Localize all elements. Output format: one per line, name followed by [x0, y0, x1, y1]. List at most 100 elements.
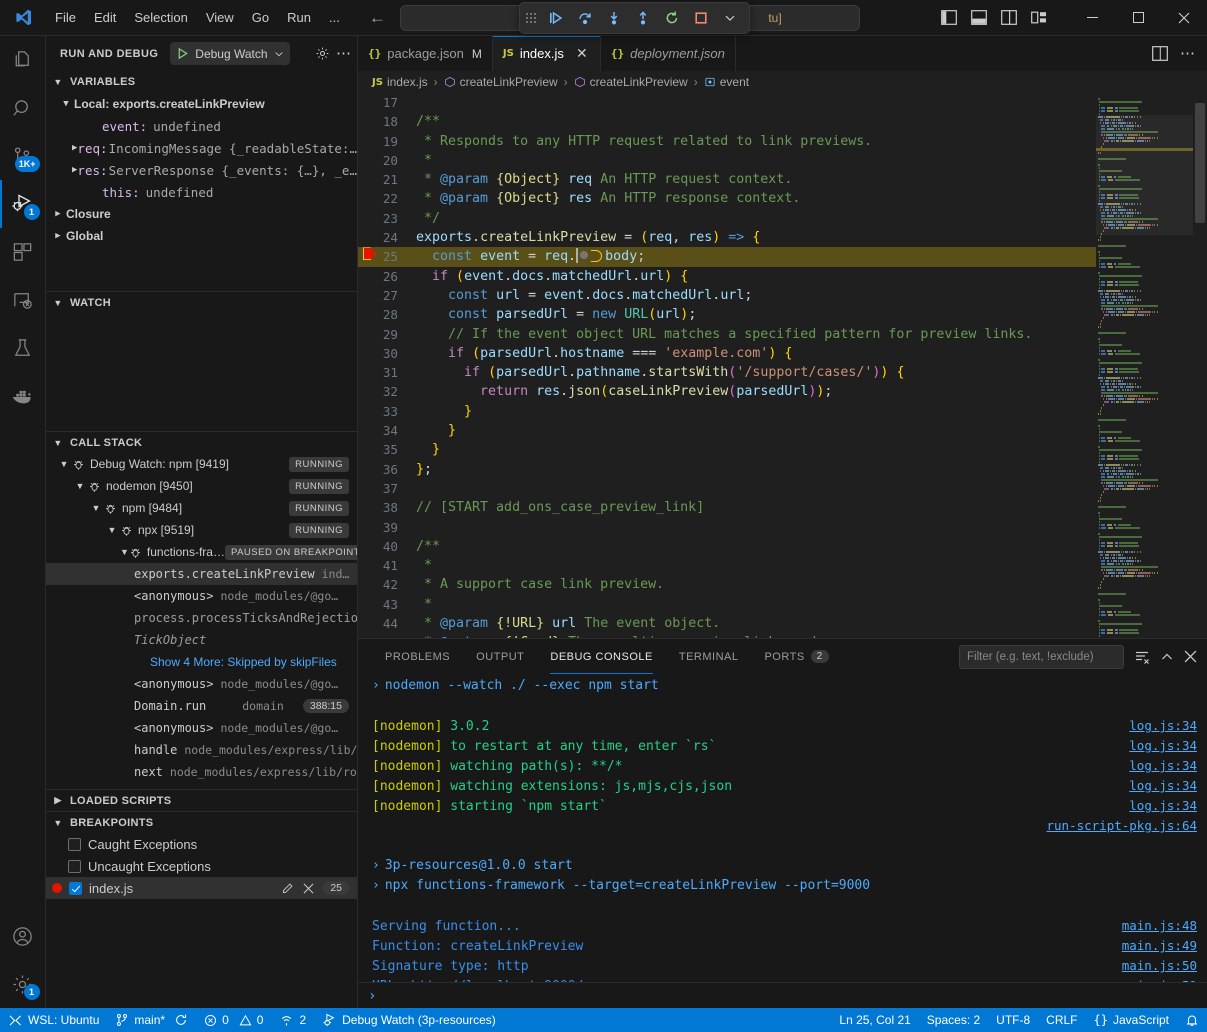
code-lines[interactable]: 1718/**19 * Responds to any HTTP request…	[358, 93, 1096, 638]
activity-extensions[interactable]	[0, 228, 46, 276]
chevron-right-icon[interactable]: ▶	[50, 231, 66, 241]
gear-icon[interactable]	[315, 46, 330, 61]
maximize-button[interactable]	[1115, 1, 1161, 35]
split-editor-icon[interactable]	[1152, 46, 1168, 61]
menu-edit[interactable]: Edit	[85, 6, 125, 29]
close-icon[interactable]	[303, 883, 314, 894]
activity-testing[interactable]	[0, 324, 46, 372]
code-line[interactable]: 28 const parsedUrl = new URL(url);	[358, 305, 1096, 324]
filter-input[interactable]: Filter (e.g. text, !exclude)	[959, 645, 1124, 669]
code-line[interactable]: 35 }	[358, 440, 1096, 459]
activity-search[interactable]	[0, 84, 46, 132]
tab-package-json[interactable]: {} package.json M	[358, 36, 493, 71]
call-stack-frame[interactable]: <anonymous> node_modules/@go…	[46, 673, 357, 695]
code-line[interactable]: 22 * @param {Object} res An HTTP respons…	[358, 189, 1096, 208]
code-line[interactable]: 42 * A support case link preview.	[358, 575, 1096, 594]
drag-handle-icon[interactable]	[526, 9, 538, 27]
chevron-down-icon[interactable]: ▼	[72, 481, 88, 491]
close-button[interactable]	[1161, 1, 1207, 35]
variables-header[interactable]: ▼ VARIABLES	[46, 71, 357, 93]
console-source-link[interactable]: log.js:34	[1129, 796, 1207, 816]
activity-explorer[interactable]	[0, 36, 46, 84]
variables-row[interactable]: ▶ Global	[46, 225, 357, 247]
call-stack-frame[interactable]: handle node_modules/express/lib/…	[46, 739, 357, 761]
chevron-up-icon[interactable]	[1160, 650, 1174, 664]
variables-row[interactable]: event: undefined	[46, 115, 357, 137]
variables-row[interactable]: ▶ Closure	[46, 203, 357, 225]
code-line[interactable]: 24exports.createLinkPreview = (req, res)…	[358, 228, 1096, 247]
status-eol[interactable]: CRLF	[1038, 1008, 1085, 1032]
code-line[interactable]: 32 return res.json(caseLinkPreview(parse…	[358, 382, 1096, 401]
debug-console-output[interactable]: ›nodemon --watch ./ --exec npm start[nod…	[358, 674, 1207, 982]
show-more-link[interactable]: Show 4 More: Skipped by skipFiles	[150, 655, 337, 669]
scrollbar-thumb[interactable]	[1195, 103, 1205, 223]
ellipsis-icon[interactable]: ⋯	[336, 49, 351, 59]
chevron-down-icon[interactable]: ▼	[120, 547, 129, 557]
code-line[interactable]: 21 * @param {Object} req An HTTP request…	[358, 170, 1096, 189]
call-stack-frame[interactable]: TickObject	[46, 629, 357, 651]
chevron-down-icon[interactable]	[274, 49, 284, 59]
console-source-link[interactable]: main.js:50	[1122, 956, 1207, 976]
checkbox[interactable]	[68, 860, 81, 873]
editor-scrollbar[interactable]	[1193, 93, 1207, 638]
stop-button[interactable]	[688, 6, 714, 30]
code-line[interactable]: 44 * @param {!URL} url The event object.	[358, 614, 1096, 633]
call-stack-frame[interactable]: process.processTicksAndRejections	[46, 607, 357, 629]
status-indentation[interactable]: Spaces: 2	[919, 1008, 988, 1032]
code-line[interactable]: 30 if (parsedUrl.hostname === 'example.c…	[358, 344, 1096, 363]
activity-manage-settings[interactable]: 1	[0, 960, 46, 1008]
call-stack-header[interactable]: ▼ CALL STACK	[46, 431, 357, 453]
code-line[interactable]: 33 }	[358, 402, 1096, 421]
step-over-button[interactable]	[572, 6, 598, 30]
code-line[interactable]: 23 */	[358, 209, 1096, 228]
toggle-secondary-sidebar-icon[interactable]	[1001, 10, 1017, 25]
chevron-right-icon[interactable]: ▶	[50, 209, 66, 219]
step-out-button[interactable]	[630, 6, 656, 30]
arrow-left-icon[interactable]: ←	[369, 9, 386, 26]
status-language-mode[interactable]: {} JavaScript	[1086, 1008, 1177, 1032]
chevron-down-icon[interactable]	[717, 6, 743, 30]
console-source-link[interactable]: main.js:49	[1122, 936, 1207, 956]
tab-ports[interactable]: PORTS 2	[751, 639, 841, 674]
call-stack-session[interactable]: ▼ Debug Watch: npm [9419] RUNNING	[46, 453, 357, 475]
status-remote-host[interactable]: WSL: Ubuntu	[0, 1008, 107, 1032]
status-problems[interactable]: 0 0	[196, 1008, 271, 1032]
tab-deployment-json[interactable]: {} deployment.json	[601, 36, 736, 71]
breakpoint-row[interactable]: Uncaught Exceptions	[46, 855, 357, 877]
code-line[interactable]: 45 * @return {!Card} The resulting previ…	[358, 633, 1096, 638]
code-line[interactable]: 20 *	[358, 151, 1096, 170]
breadcrumb-symbol[interactable]: createLinkPreview	[574, 75, 688, 89]
debug-toolbar[interactable]	[519, 2, 750, 34]
code-line[interactable]: 26 if (event.docs.matchedUrl.url) {	[358, 267, 1096, 286]
code-line[interactable]: 38// [START add_ons_case_preview_link]	[358, 498, 1096, 517]
loaded-scripts-header[interactable]: ▶ LOADED SCRIPTS	[46, 789, 357, 811]
call-stack-frame[interactable]: Domain.run domain 388:15	[46, 695, 357, 717]
call-stack-frame[interactable]: <anonymous> node_modules/@go…	[46, 717, 357, 739]
call-stack-show-more[interactable]: Show 4 More: Skipped by skipFiles	[46, 651, 357, 673]
code-line[interactable]: 43 *	[358, 595, 1096, 614]
chevron-down-icon[interactable]: ▼	[88, 503, 104, 513]
tab-index-js[interactable]: JS index.js ✕	[493, 36, 601, 71]
code-line[interactable]: 19 * Responds to any HTTP request relate…	[358, 132, 1096, 151]
step-into-button[interactable]	[601, 6, 627, 30]
call-stack-frame[interactable]: <anonymous> node_modules/@go…	[46, 585, 357, 607]
console-source-link[interactable]: log.js:34	[1129, 756, 1207, 776]
call-stack-session[interactable]: ▼ functions-fra… PAUSED ON BREAKPOINT	[46, 541, 357, 563]
breadcrumb-symbol[interactable]: createLinkPreview	[444, 75, 558, 89]
variables-row[interactable]: ▶ req: IncomingMessage {_readableState:…	[46, 137, 357, 159]
code-line[interactable]: 29 // If the event object URL matches a …	[358, 325, 1096, 344]
chevron-down-icon[interactable]: ▼	[56, 459, 72, 469]
menu-more[interactable]: ...	[320, 6, 349, 29]
breakpoint-arrow-icon[interactable]	[358, 247, 380, 266]
chevron-down-icon[interactable]: ▼	[58, 99, 74, 109]
breadcrumb-symbol[interactable]: event	[704, 75, 749, 89]
variables-row[interactable]: ▼ Local: exports.createLinkPreview	[46, 93, 357, 115]
code-line[interactable]: 37	[358, 479, 1096, 498]
status-git-branch[interactable]: main*	[107, 1008, 196, 1032]
code-line[interactable]: 17	[358, 93, 1096, 112]
sync-icon[interactable]	[174, 1013, 188, 1027]
console-source-link[interactable]: main.js:48	[1122, 916, 1207, 936]
status-ports[interactable]: 2	[271, 1008, 314, 1032]
close-icon[interactable]	[1184, 650, 1197, 663]
toggle-panel-icon[interactable]	[971, 10, 987, 25]
